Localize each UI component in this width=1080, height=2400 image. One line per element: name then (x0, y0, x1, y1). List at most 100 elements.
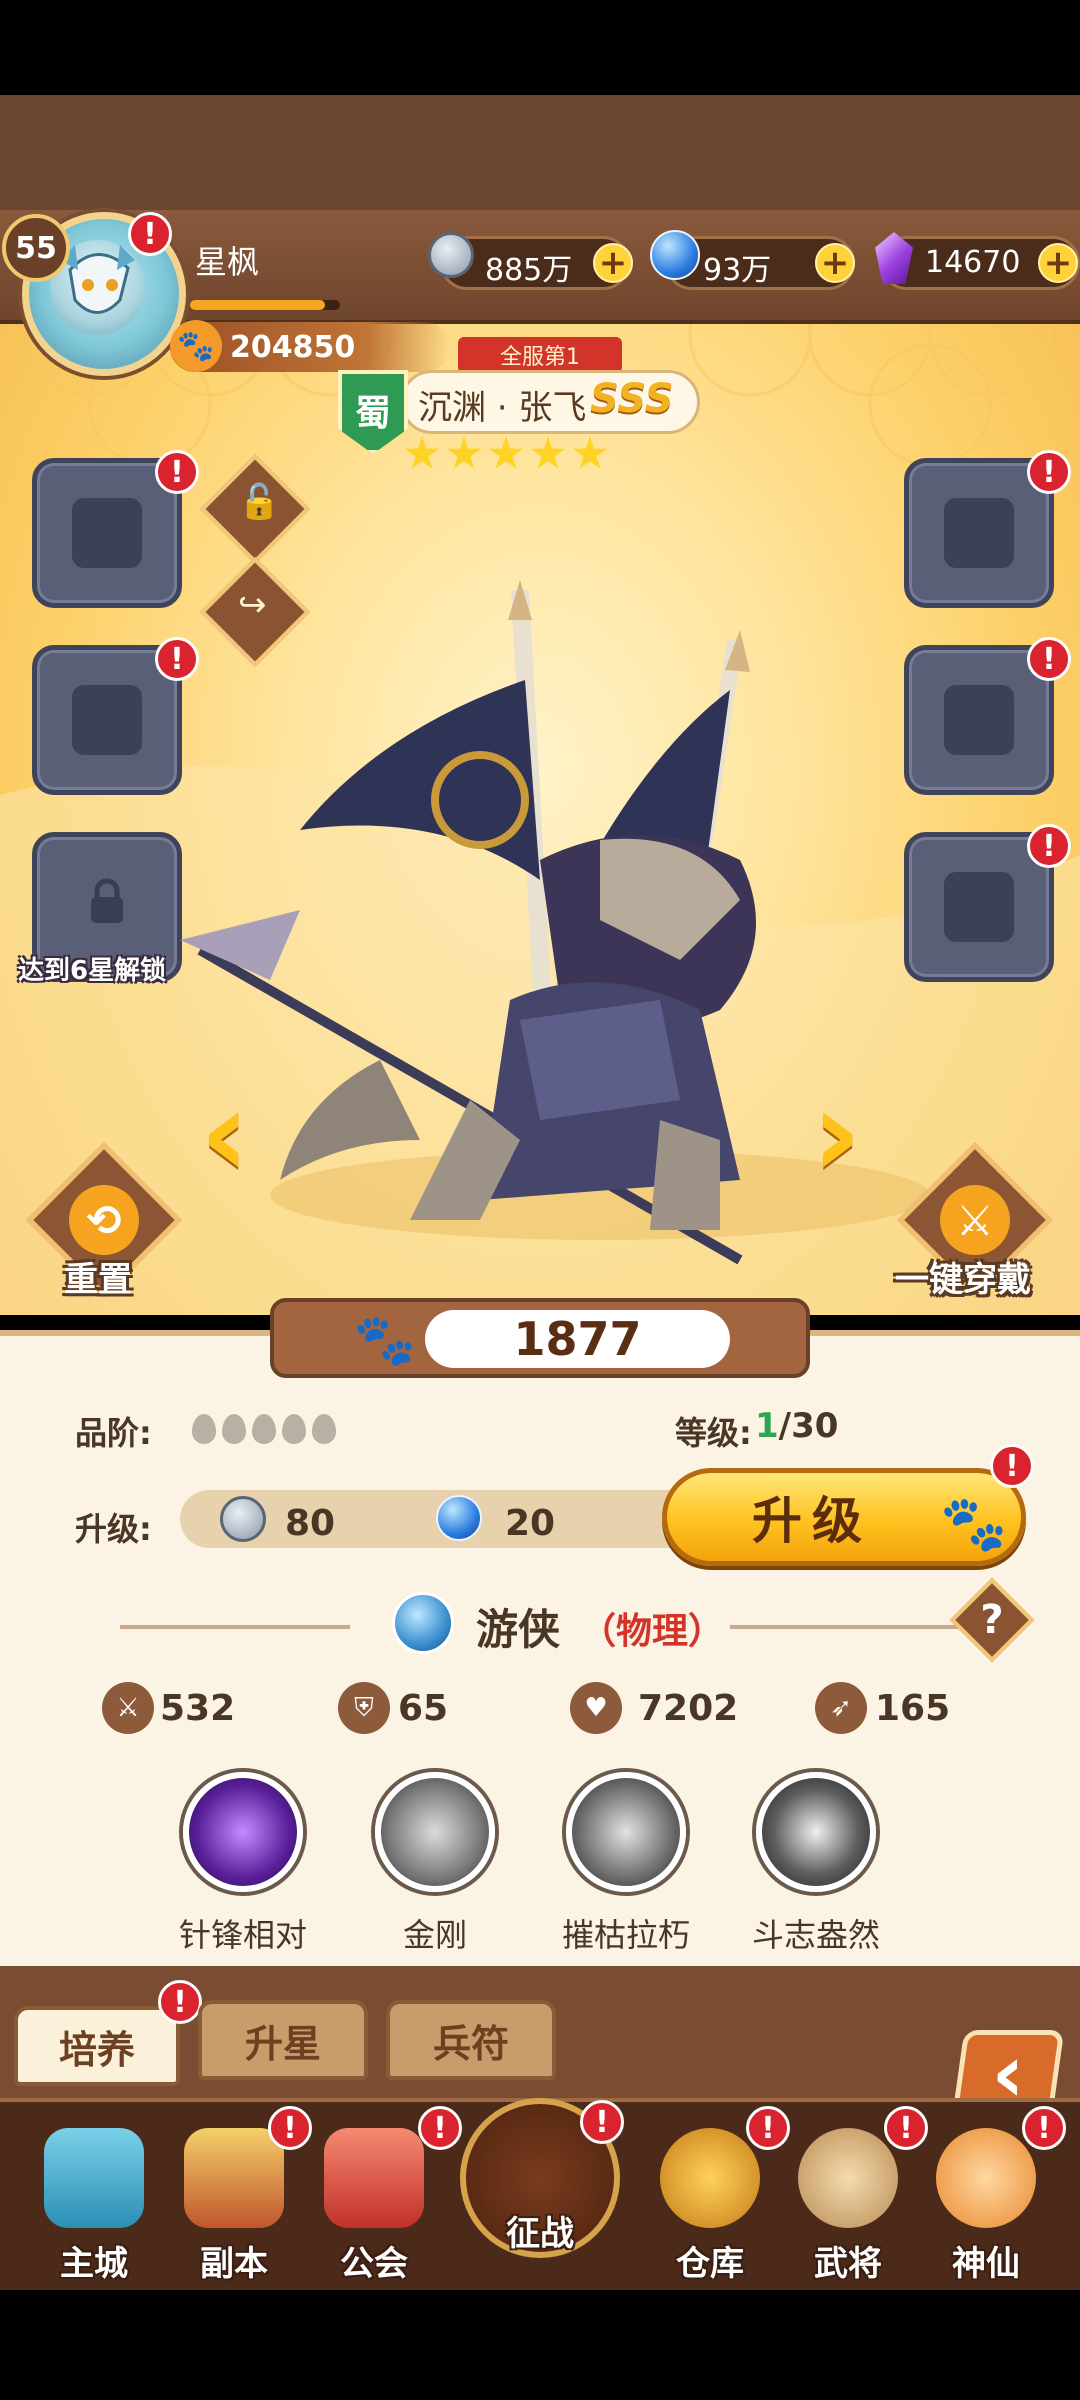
system-nav-area (0, 2290, 1080, 2400)
upgrade-alert-icon: ! (990, 1444, 1034, 1488)
player-level-badge: 55 (2, 214, 70, 282)
class-type: （物理） (580, 1611, 725, 1652)
coins-value: 885万 (485, 253, 573, 288)
coin-icon (220, 1496, 266, 1542)
hero-name: 沉渊 · 张飞 (418, 388, 587, 428)
nav-label: 主城 (60, 2244, 128, 2284)
player-name: 星枫 (195, 243, 260, 281)
paw-icon: 🐾 (170, 320, 222, 372)
nav-label: 神仙 (952, 2244, 1020, 2284)
reset-icon: ⟲ (69, 1185, 139, 1255)
weapon-slot-alert-icon: ! (155, 450, 199, 494)
skill-label: 金刚 (402, 1916, 467, 1954)
guild-flag-icon (324, 2128, 424, 2228)
class-icon (392, 1592, 454, 1654)
tab-train[interactable]: 培养 (14, 2006, 180, 2086)
xp-bar-fill (190, 300, 325, 310)
hp-value: 7202 (638, 1688, 739, 1729)
boots-slot-icon (944, 685, 1014, 755)
quality-drop-icon (282, 1414, 306, 1444)
skill-icon[interactable] (375, 1772, 495, 1892)
level-label: 等级: (675, 1414, 752, 1452)
detail-panel (0, 1330, 1080, 1996)
status-bar-area (0, 0, 1080, 95)
accessory-slot-alert-icon: ! (1027, 824, 1071, 868)
equip-all-label: 一键穿戴 (895, 1260, 1031, 1300)
add-coins-button[interactable]: + (593, 243, 633, 283)
nav-immortals-alert-icon: ! (1022, 2106, 1066, 2150)
unlock-icon: 🔓 (238, 482, 281, 522)
nav-label: 仓库 (676, 2244, 744, 2284)
skill-icon[interactable] (756, 1772, 876, 1892)
quality-drop-icon (222, 1414, 246, 1444)
immortals-icon (936, 2128, 1036, 2228)
quality-drop-icon (312, 1414, 336, 1444)
player-power-value: 204850 (230, 330, 356, 365)
accessory-slot-icon (944, 872, 1014, 942)
reset-label: 重置 (64, 1260, 132, 1300)
defense-icon: ⛨ (338, 1682, 390, 1734)
nav-label: 征战 (506, 2214, 574, 2254)
upgrade-label: 升级: (75, 1510, 152, 1548)
nav-label: 武将 (814, 2244, 882, 2284)
hero-level: 1/30 (755, 1406, 838, 1446)
weapon-slot-icon (72, 498, 142, 568)
armor-slot-alert-icon: ! (1027, 450, 1071, 494)
speed-value: 165 (875, 1688, 951, 1729)
orb-icon (650, 230, 700, 280)
skill-label: 摧枯拉朽 (561, 1916, 690, 1954)
help-icon: ? (980, 1597, 1004, 1643)
gems-value: 14670 (925, 245, 1021, 280)
previous-hero-arrow[interactable]: ‹ (200, 1075, 270, 1195)
nav-campaign-alert-icon: ! (580, 2100, 624, 2144)
top-strip (0, 95, 1080, 210)
nav-main-city[interactable]: 主城 (24, 2118, 164, 2288)
dungeon-icon (184, 2128, 284, 2228)
attack-value: 532 (160, 1688, 236, 1729)
add-orbs-button[interactable]: + (815, 243, 855, 283)
hero-grade: SSS (590, 376, 674, 422)
helmet-slot-icon (72, 685, 142, 755)
nav-guild[interactable]: 公会 (304, 2118, 444, 2288)
nav-label: 公会 (340, 2244, 408, 2284)
divider-line (730, 1625, 960, 1629)
next-hero-arrow[interactable]: › (812, 1075, 882, 1195)
quality-drop-icon (252, 1414, 276, 1444)
skill-label: 斗志盎然 (751, 1916, 880, 1954)
boots-slot-alert-icon: ! (1027, 637, 1071, 681)
attack-icon: ⚔ (102, 1682, 154, 1734)
skill-label: 针锋相对 (178, 1916, 307, 1954)
hp-icon: ♥ (570, 1682, 622, 1734)
avatar-alert-icon: ! (128, 212, 172, 256)
slot-lock-caption: 达到6星解锁 (18, 956, 167, 986)
class-name: 游侠 (476, 1605, 561, 1654)
tab-tally[interactable]: 兵符 (386, 2000, 556, 2080)
combat-power-value: 1877 (513, 1312, 642, 1366)
equip-all-icon: ⚔ (940, 1185, 1010, 1255)
warehouse-icon (660, 2128, 760, 2228)
coin-icon (428, 232, 474, 278)
orb-icon (436, 1495, 482, 1541)
level-max: /30 (778, 1406, 839, 1446)
quality-drop-icon (192, 1414, 216, 1444)
skill-icon[interactable] (566, 1772, 686, 1892)
upgrade-button-label: 升级 (752, 1492, 872, 1550)
orb-cost: 20 (505, 1503, 556, 1544)
paw-icon: 🐾 (353, 1311, 417, 1369)
level-current: 1 (755, 1406, 779, 1446)
hero-character-art (180, 580, 900, 1280)
server-rank-ribbon: 全服第1 (458, 337, 622, 373)
paw-icon: 🐾 (940, 1492, 1008, 1555)
armor-slot-icon (944, 498, 1014, 568)
orbs-value: 93万 (703, 253, 772, 288)
quality-label: 品阶: (75, 1414, 152, 1452)
add-gems-button[interactable]: + (1038, 243, 1078, 283)
tab-train-alert-icon: ! (158, 1980, 202, 2024)
tab-star-up[interactable]: 升星 (198, 2000, 368, 2080)
skill-icon[interactable] (183, 1772, 303, 1892)
coin-cost: 80 (285, 1503, 336, 1544)
speed-icon: ➶ (815, 1682, 867, 1734)
main-city-icon (44, 2128, 144, 2228)
nav-label: 副本 (200, 2244, 268, 2284)
divider-line (120, 1625, 350, 1629)
